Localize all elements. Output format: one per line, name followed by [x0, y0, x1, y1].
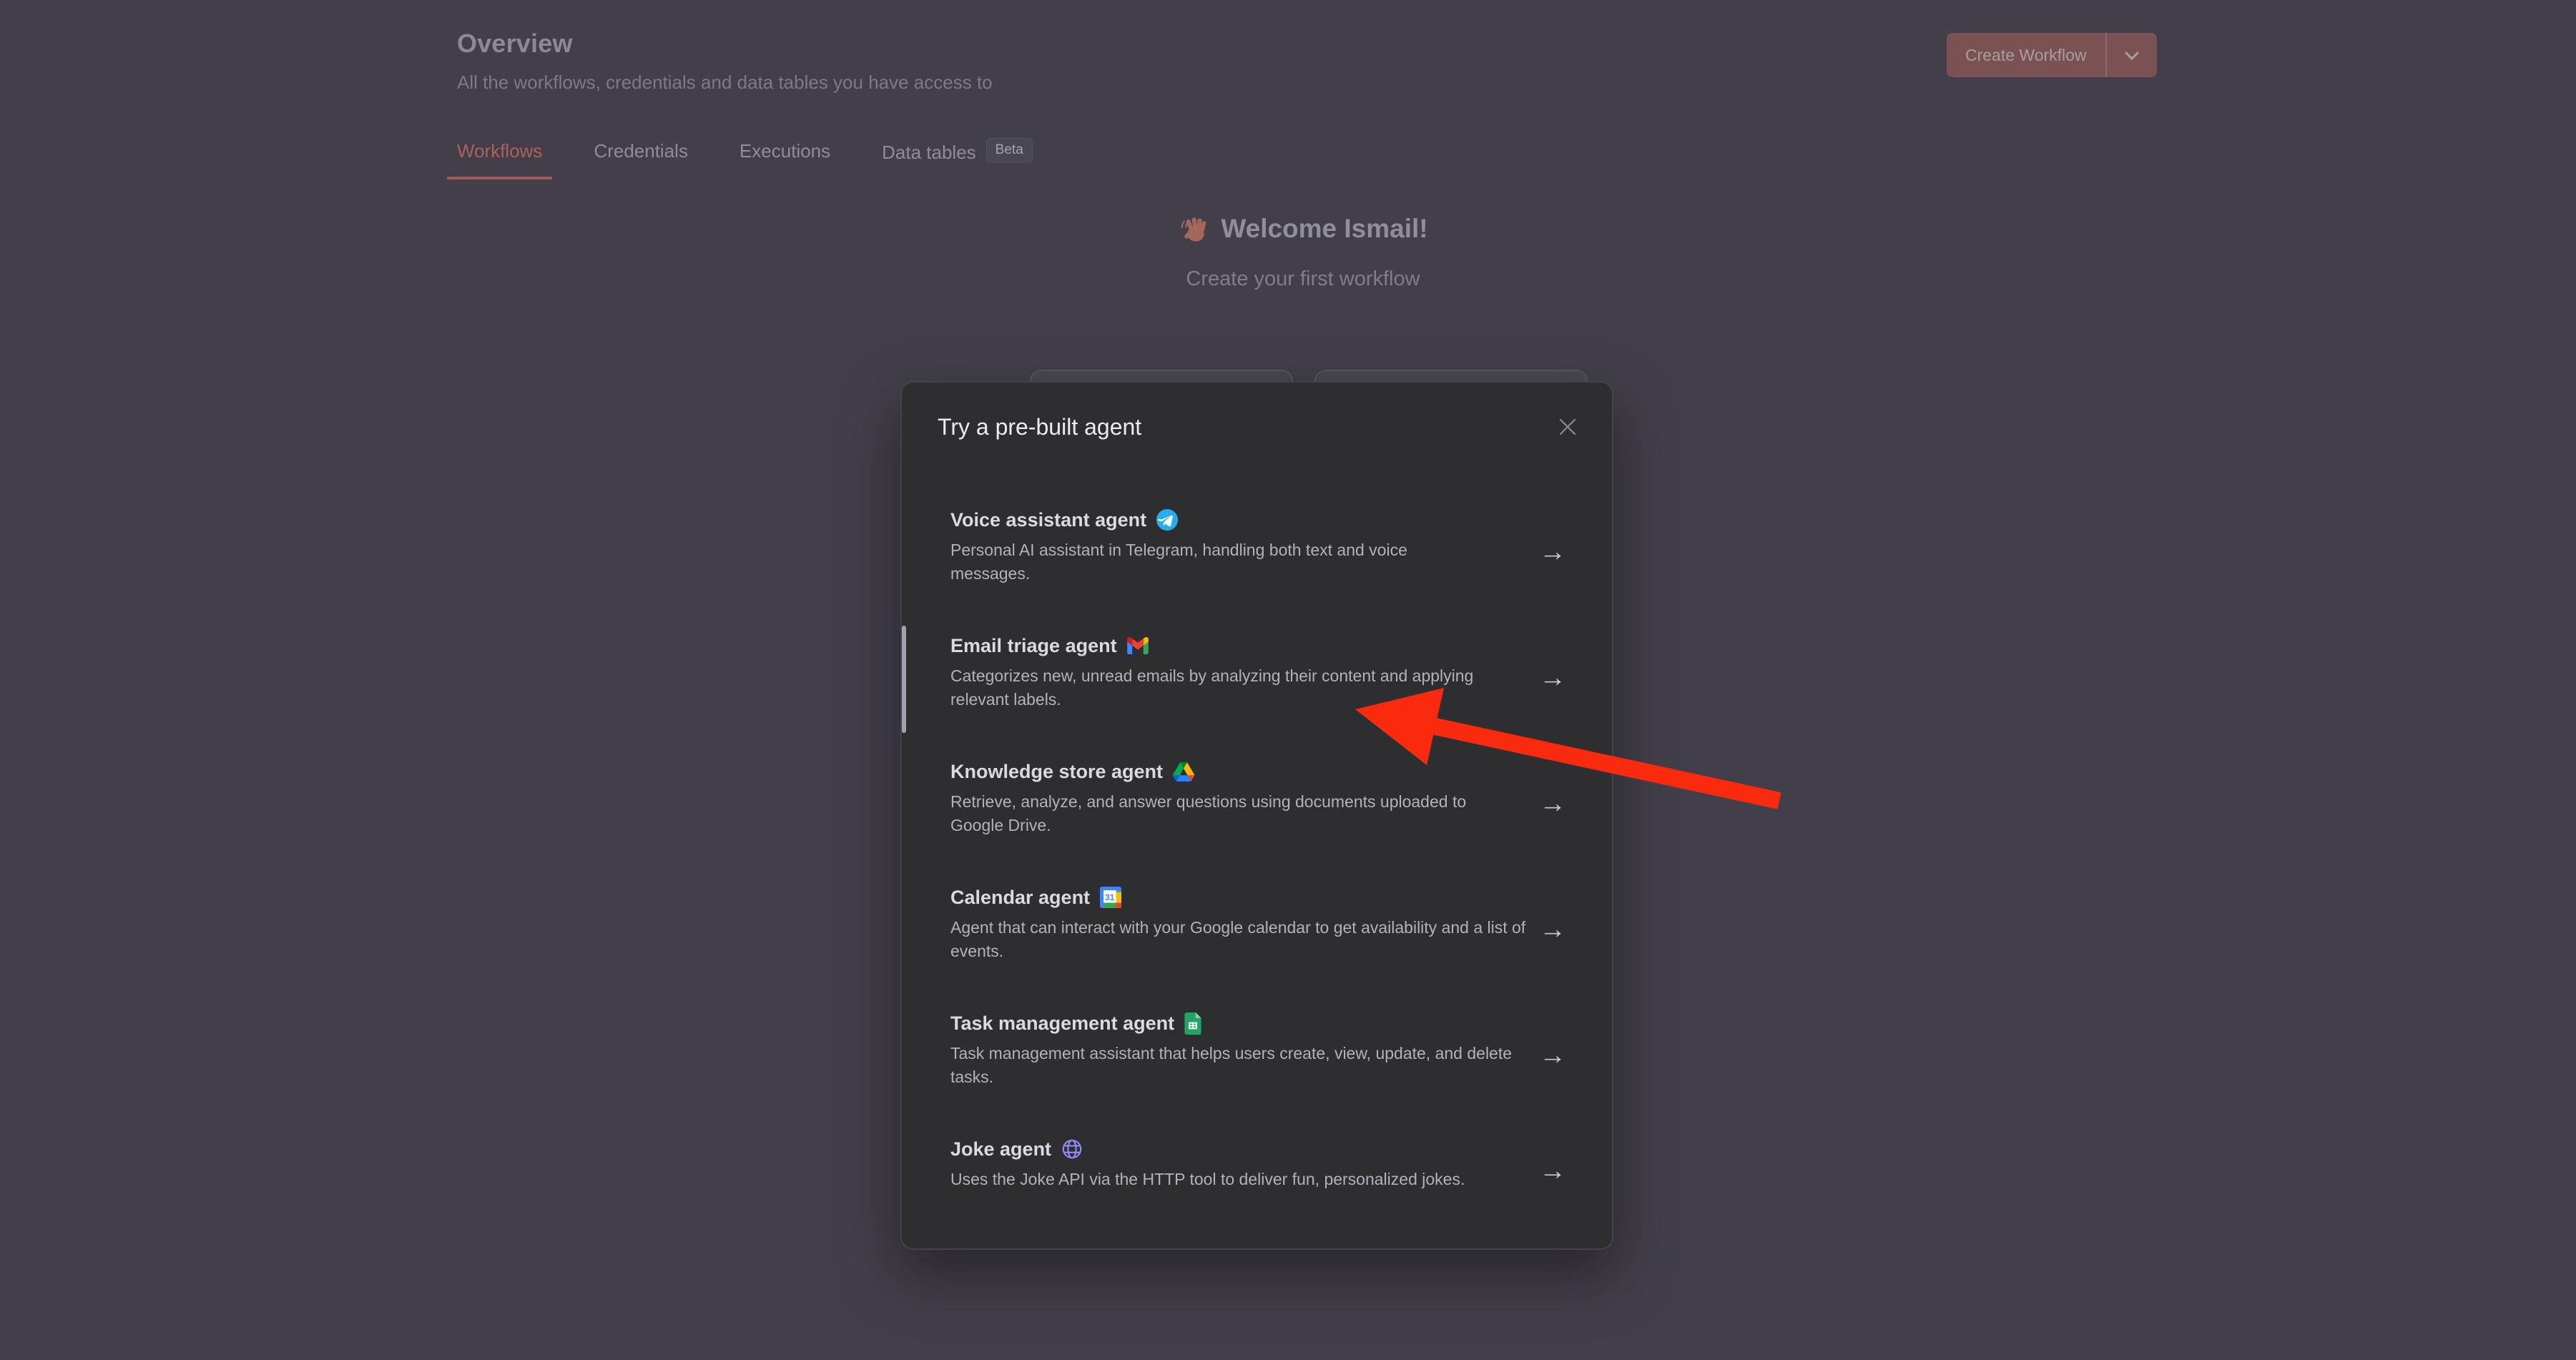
- gmail-icon: [1127, 637, 1149, 654]
- google-sheets-icon: [1184, 1012, 1201, 1035]
- agent-item-calendar[interactable]: Calendar agent 31 Agent that can interac…: [938, 877, 1576, 985]
- tab-data-tables[interactable]: Data tables Beta: [872, 140, 1043, 179]
- arrow-right-icon[interactable]: →: [1539, 537, 1566, 568]
- agent-list: Voice assistant agent Personal AI assist…: [938, 500, 1576, 1231]
- svg-text:31: 31: [1105, 892, 1115, 902]
- close-button[interactable]: [1550, 410, 1585, 444]
- create-workflow-button[interactable]: Create Workflow: [1947, 33, 2157, 77]
- welcome-title: Welcome Ismail!: [1221, 214, 1427, 244]
- tab-bar: Workflows Credentials Executions Data ta…: [447, 140, 1043, 179]
- agent-item-email-triage[interactable]: Email triage agent Categorizes new, unre…: [938, 626, 1576, 733]
- agent-description: Categorizes new, unread emails by analyz…: [950, 664, 1526, 711]
- agent-title: Task management agent: [950, 1012, 1174, 1035]
- prebuilt-agent-modal: Try a pre-built agent Voice assistant ag…: [900, 381, 1613, 1250]
- waving-hand-icon: [1178, 213, 1209, 245]
- agent-title: Calendar agent: [950, 887, 1090, 909]
- agent-title: Knowledge store agent: [950, 761, 1163, 783]
- google-drive-icon: [1173, 762, 1194, 782]
- create-workflow-dropdown[interactable]: [2107, 33, 2157, 77]
- google-calendar-icon: 31: [1100, 887, 1121, 908]
- globe-icon: [1061, 1138, 1083, 1160]
- create-workflow-label[interactable]: Create Workflow: [1947, 33, 2105, 77]
- agent-item-joke[interactable]: Joke agent Uses the Joke API via the HTT…: [938, 1129, 1576, 1213]
- arrow-right-icon[interactable]: →: [1539, 1155, 1566, 1186]
- tab-workflows[interactable]: Workflows: [447, 140, 552, 179]
- agent-description: Retrieve, analyze, and answer questions …: [950, 790, 1523, 837]
- tab-executions[interactable]: Executions: [729, 140, 840, 177]
- agent-description: Personal AI assistant in Telegram, handl…: [950, 538, 1480, 586]
- agent-title: Voice assistant agent: [950, 509, 1146, 531]
- agent-item-voice-assistant[interactable]: Voice assistant agent Personal AI assist…: [938, 500, 1576, 607]
- arrow-right-icon[interactable]: →: [1539, 663, 1566, 694]
- arrow-right-icon[interactable]: →: [1539, 789, 1566, 819]
- agent-title: Email triage agent: [950, 635, 1117, 657]
- tab-credentials[interactable]: Credentials: [584, 140, 698, 177]
- page-title: Overview: [457, 29, 573, 59]
- tab-data-tables-label: Data tables: [882, 142, 976, 164]
- agent-description: Uses the Joke API via the HTTP tool to d…: [950, 1168, 1526, 1191]
- beta-badge: Beta: [986, 138, 1033, 162]
- agent-item-task-management[interactable]: Task management agent Task management as…: [938, 1003, 1576, 1110]
- welcome-subtitle: Create your first workflow: [30, 267, 2576, 291]
- close-icon: [1558, 418, 1577, 436]
- arrow-right-icon[interactable]: →: [1539, 915, 1566, 945]
- modal-title: Try a pre-built agent: [938, 414, 1141, 440]
- agent-description: Task management assistant that helps use…: [950, 1042, 1523, 1089]
- agent-title: Joke agent: [950, 1138, 1051, 1161]
- agent-item-knowledge-store[interactable]: Knowledge store agent Retrieve, analyze,…: [938, 752, 1576, 859]
- selected-item-indicator: [902, 626, 906, 733]
- page-subtitle: All the workflows, credentials and data …: [457, 72, 993, 94]
- telegram-icon: [1156, 509, 1178, 531]
- chevron-down-icon: [2125, 46, 2139, 60]
- agent-description: Agent that can interact with your Google…: [950, 916, 1526, 963]
- arrow-right-icon[interactable]: →: [1539, 1040, 1566, 1071]
